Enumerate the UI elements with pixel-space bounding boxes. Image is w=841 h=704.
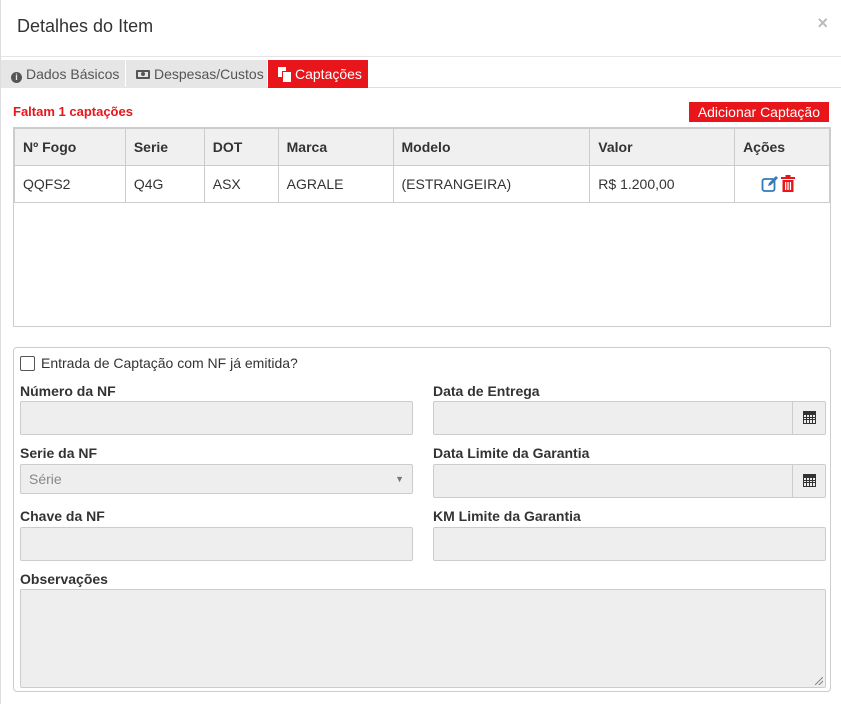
trash-icon[interactable] <box>781 175 796 193</box>
modal-title: Detalhes do Item <box>17 16 154 36</box>
nf-form: Entrada de Captação com NF já emitida? N… <box>13 347 831 692</box>
serie-nf-placeholder: Série <box>29 471 62 487</box>
data-entrega-calendar-button[interactable] <box>792 401 826 435</box>
serie-nf-label: Serie da NF <box>20 445 98 461</box>
column-header-dot[interactable]: DOT <box>203 128 279 166</box>
numero-nf-input[interactable] <box>20 401 413 435</box>
observacoes-textarea[interactable] <box>20 589 826 688</box>
column-header-acoes: Ações <box>734 128 830 166</box>
missing-captacoes-warning: Faltam 1 captações <box>13 104 133 119</box>
tab-label: Despesas/Custos <box>154 66 264 82</box>
resize-handle[interactable] <box>815 677 823 685</box>
edit-icon[interactable] <box>761 175 779 193</box>
tab-despesas-custos[interactable]: Despesas/Custos <box>126 60 267 88</box>
add-captacao-button[interactable]: Adicionar Captação <box>688 102 829 122</box>
captacoes-table-container[interactable]: Nº Fogo Serie DOT Marca Modelo Valor Açõ… <box>13 127 831 327</box>
tab-bar: i Dados Básicos Despesas/Custos Captações <box>1 60 841 88</box>
tab-label: Captações <box>295 66 362 82</box>
data-entrega-label: Data de Entrega <box>433 383 540 399</box>
column-header-marca[interactable]: Marca <box>277 128 394 166</box>
nf-emitida-row: Entrada de Captação com NF já emitida? <box>20 355 298 371</box>
calendar-icon <box>803 411 816 424</box>
tab-captacoes[interactable]: Captações <box>268 60 368 88</box>
cell-modelo: (ESTRANGEIRA) <box>392 165 591 203</box>
cell-valor: R$ 1.200,00 <box>589 165 736 203</box>
data-limite-input[interactable] <box>433 464 793 498</box>
item-details-modal: Detalhes do Item × i Dados Básicos Despes… <box>0 0 841 704</box>
data-limite-label: Data Limite da Garantia <box>433 445 590 461</box>
column-header-serie[interactable]: Serie <box>124 128 205 166</box>
km-limite-input[interactable] <box>433 527 826 561</box>
nf-emitida-label: Entrada de Captação com NF já emitida? <box>41 355 298 371</box>
data-entrega-input[interactable] <box>433 401 793 435</box>
close-button[interactable]: × <box>817 13 828 34</box>
column-header-valor[interactable]: Valor <box>589 128 736 166</box>
info-circle-icon: i <box>11 72 22 83</box>
chave-nf-input[interactable] <box>20 527 413 561</box>
tab-label: Dados Básicos <box>26 66 120 82</box>
table-row[interactable]: QQFS2 Q4G ASX AGRALE (ESTRANGEIRA) R$ 1.… <box>14 165 830 203</box>
copy-icon <box>278 67 292 83</box>
observacoes-label: Observações <box>20 571 108 587</box>
column-header-fogo[interactable]: Nº Fogo <box>14 128 126 166</box>
data-limite-calendar-button[interactable] <box>792 464 826 498</box>
cell-acoes <box>734 165 830 203</box>
modal-header: Detalhes do Item × <box>1 0 841 57</box>
tab-dados-basicos[interactable]: i Dados Básicos <box>1 60 125 88</box>
numero-nf-label: Número da NF <box>20 383 116 399</box>
column-header-modelo[interactable]: Modelo <box>392 128 591 166</box>
chevron-down-icon: ▼ <box>395 474 404 484</box>
calendar-icon <box>803 474 816 487</box>
table-header-row: Nº Fogo Serie DOT Marca Modelo Valor Açõ… <box>14 128 830 166</box>
cell-serie: Q4G <box>124 165 205 203</box>
cell-fogo: QQFS2 <box>14 165 126 203</box>
serie-nf-select[interactable]: Série ▼ <box>20 464 413 494</box>
chave-nf-label: Chave da NF <box>20 508 105 524</box>
cell-dot: ASX <box>203 165 279 203</box>
captacoes-table: Nº Fogo Serie DOT Marca Modelo Valor Açõ… <box>14 128 830 203</box>
cell-marca: AGRALE <box>277 165 394 203</box>
km-limite-label: KM Limite da Garantia <box>433 508 581 524</box>
money-icon <box>136 70 150 79</box>
nf-emitida-checkbox[interactable] <box>20 355 35 371</box>
